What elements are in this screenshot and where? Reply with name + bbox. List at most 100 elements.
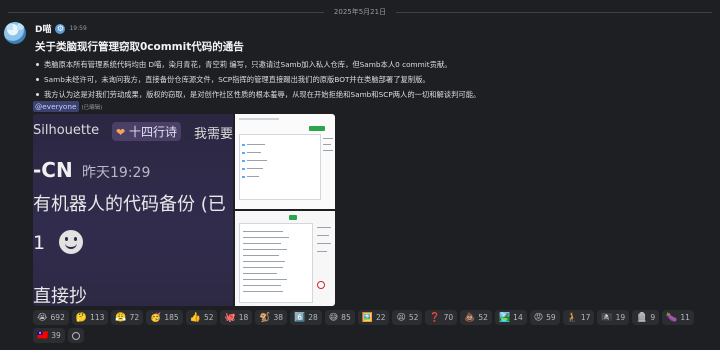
attachment-text-one: 1 — [33, 232, 46, 254]
reaction-count: 19 — [615, 313, 626, 322]
reaction-count: 692 — [50, 313, 65, 322]
reaction-emoji-icon: 🏞️ — [498, 312, 511, 323]
reaction-count: 14 — [513, 313, 523, 322]
attachment-text-cn: -CN — [33, 158, 73, 182]
file-row-line — [243, 243, 281, 244]
reaction-count: 70 — [443, 313, 454, 322]
reaction-button[interactable]: 😤 72 — [111, 310, 144, 325]
reaction-emoji-icon: 🪦 — [636, 312, 648, 323]
reaction-count: 22 — [375, 313, 386, 322]
username[interactable]: D喵 — [35, 22, 51, 35]
reaction-button[interactable]: 🐙 18 — [220, 310, 253, 325]
date-divider: 2025年5月21日 — [0, 5, 720, 19]
reaction-button[interactable]: 🏞️ 14 — [494, 310, 527, 325]
reaction-emoji-icon: 👍 — [189, 312, 201, 323]
about-line — [323, 144, 331, 145]
reaction-button[interactable]: 🇹🇼 39 — [33, 328, 65, 343]
reaction-count: 85 — [341, 313, 351, 322]
reaction-button[interactable]: ❓ 70 — [425, 310, 458, 325]
code-button — [309, 126, 325, 131]
reaction-count: 52 — [408, 313, 419, 322]
file-row-line — [243, 261, 285, 262]
reaction-count: 52 — [478, 313, 488, 322]
avatar[interactable] — [4, 22, 26, 44]
reactions-bar: 😭 692 🤔 113 😤 72 🥳 185 👍 52 🐙 18 🐒 38 6️⃣ 28 😅 85… — [33, 310, 718, 343]
reaction-button[interactable]: 6️⃣ 28 — [290, 310, 322, 325]
reaction-button[interactable]: 🍆 11 — [662, 310, 694, 325]
heart-icon: ❤ — [116, 126, 126, 139]
attachment-text-yesterday: 昨天19:29 — [82, 165, 151, 181]
reaction-emoji-icon: 😅 — [328, 312, 339, 323]
attachment-text-copy: 直接抄 — [33, 286, 87, 306]
reaction-count: 113 — [90, 313, 105, 322]
repo-screenshot-top[interactable] — [235, 114, 335, 209]
file-row-line — [243, 279, 287, 280]
reaction-button[interactable]: 🧎 17 — [562, 310, 595, 325]
divider-line-left — [8, 11, 324, 13]
reaction-count: 28 — [308, 313, 318, 322]
reaction-count: 9 — [650, 313, 656, 322]
reaction-button[interactable]: 😭 692 — [33, 310, 69, 325]
reaction-button[interactable]: 💩 52 — [460, 310, 492, 325]
reaction-button[interactable]: 😅 85 — [324, 310, 355, 325]
reaction-count: 72 — [129, 313, 140, 322]
about-line — [323, 150, 333, 151]
reaction-emoji-icon: 🖼️ — [361, 312, 373, 323]
reaction-count: 38 — [273, 313, 284, 322]
image-attachment-chat-screenshot[interactable]: Silhouette ❤ 十四行诗 我需要 -CN 昨天19:29 有机器人的代… — [33, 114, 233, 306]
reaction-emoji-icon: 🥳 — [150, 312, 162, 323]
code-button — [289, 215, 297, 220]
attachment-text-silhouette: Silhouette — [33, 123, 100, 138]
file-row-line — [247, 168, 263, 169]
file-row-line — [243, 267, 283, 268]
reaction-emoji-icon: 🏴‍☠️ — [601, 312, 613, 323]
gear-icon: ⚙ — [55, 23, 66, 34]
reaction-emoji-icon: 💩 — [464, 312, 476, 323]
reaction-button[interactable]: 🪦 9 — [632, 310, 660, 325]
reaction-emoji-icon: 🐒 — [259, 312, 271, 323]
repo-screenshot-bottom[interactable] — [235, 211, 335, 306]
attachment-pill-text: 十四行诗 — [129, 125, 178, 139]
reaction-emoji-icon: 😭 — [37, 312, 48, 323]
repo-breadcrumb — [239, 118, 279, 120]
attachment-name-pill: ❤ 十四行诗 — [112, 122, 182, 141]
reaction-button[interactable]: 🤔 113 — [71, 310, 109, 325]
reaction-count: 39 — [51, 331, 61, 340]
folder-icon — [242, 144, 245, 146]
file-row-line — [247, 176, 259, 177]
reaction-emoji-icon: 😡 — [533, 312, 544, 323]
everyone-mention[interactable]: @everyone — [33, 101, 79, 112]
file-row-line — [243, 285, 281, 286]
bullet-item: 类脑原本所有管理系统代码均由 D喵，染月青花，青空莉 编写，只邀请过Samb加入… — [35, 57, 715, 72]
reaction-button[interactable]: 😫 52 — [392, 310, 423, 325]
contributor-avatar-icon — [317, 281, 325, 289]
reaction-button[interactable]: 🏴‍☠️ 19 — [597, 310, 630, 325]
folder-icon — [242, 176, 245, 178]
message-header: D喵 ⚙ 19:59 — [35, 22, 87, 35]
add-reaction-button[interactable] — [67, 328, 84, 343]
message-bullet-list: 类脑原本所有管理系统代码均由 D喵，染月青花，青空莉 编写，只邀请过Samb加入… — [35, 57, 715, 102]
message-title: 关于类脑现行管理窃取0commit代码的通告 — [35, 41, 244, 53]
reaction-button[interactable]: 😡 59 — [529, 310, 560, 325]
folder-icon — [242, 152, 245, 154]
reaction-count: 11 — [680, 313, 690, 322]
bullet-item: 我方认为这是对我们劳动成果，版权的窃取，是对创作社区性质的根本羞辱，从现在开始拒… — [35, 87, 715, 102]
reaction-button[interactable]: 🥳 185 — [146, 310, 183, 325]
mention-row: @everyone (已编辑) — [33, 101, 102, 112]
reaction-button[interactable]: 🖼️ 22 — [357, 310, 390, 325]
about-line — [317, 235, 329, 236]
avatar-ear-left — [6, 23, 13, 30]
bullet-item: Samb未经许可，未询问我方，直接备份仓库源文件，SCP指挥的管理直接踢出我们的… — [35, 72, 715, 87]
reaction-count: 18 — [238, 313, 249, 322]
image-attachment-repo-screenshots[interactable] — [235, 114, 335, 306]
reaction-emoji-icon: ❓ — [429, 312, 441, 323]
reaction-emoji-icon: 😫 — [396, 312, 406, 323]
avatar-ear-right — [17, 23, 24, 30]
reaction-count: 52 — [203, 313, 214, 322]
file-row-line — [243, 291, 283, 292]
reaction-button[interactable]: 👍 52 — [185, 310, 218, 325]
reaction-emoji-icon: 🇹🇼 — [37, 330, 49, 341]
reaction-button[interactable]: 🐒 38 — [255, 310, 288, 325]
reaction-emoji-icon: 🧎 — [566, 312, 578, 323]
timestamp: 19:59 — [69, 25, 87, 32]
